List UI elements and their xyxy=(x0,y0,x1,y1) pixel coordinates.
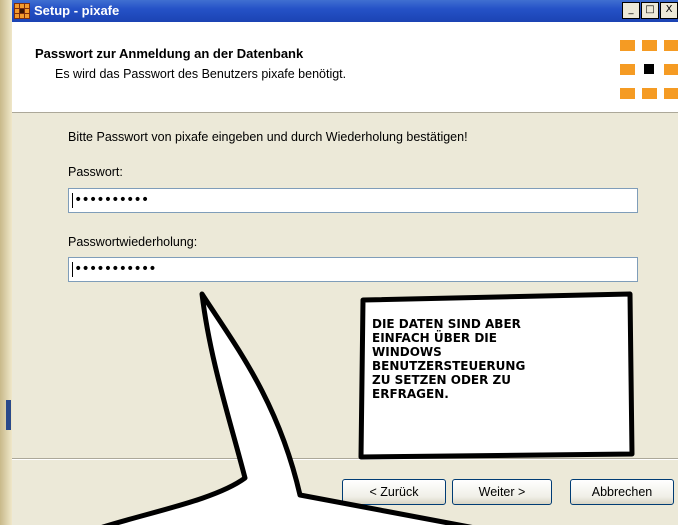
screenshot-stage: Setup - pixafe _ □ X Passwort zur Anmeld… xyxy=(0,0,678,525)
speech-bubble-text: Die Daten sind aber einfach über die Win… xyxy=(372,317,526,401)
speech-bubble-overlay xyxy=(101,291,635,525)
